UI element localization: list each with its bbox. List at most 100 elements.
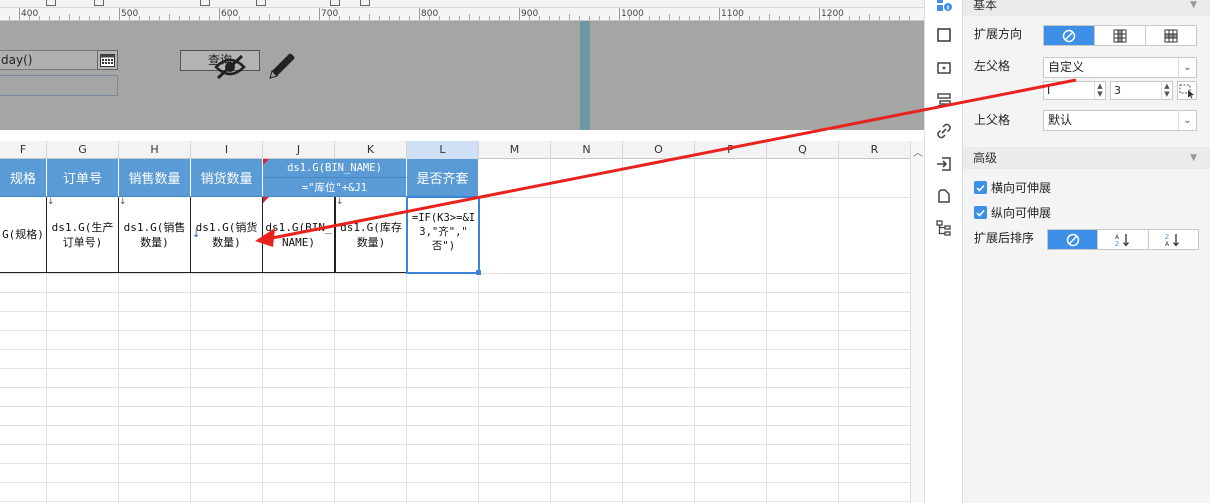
- column-header-i[interactable]: I: [191, 141, 263, 159]
- column-header-f[interactable]: F: [0, 141, 47, 159]
- toolbar-icon[interactable]: [200, 0, 210, 6]
- hyperlink-icon[interactable]: [936, 123, 952, 139]
- column-header-p[interactable]: P: [695, 141, 767, 159]
- ruler-tick: [169, 14, 170, 20]
- ruler-label: 1200: [821, 9, 844, 19]
- column-header-o[interactable]: O: [623, 141, 695, 159]
- panel-separator: [0, 130, 924, 141]
- cell-attribute-icon[interactable]: [936, 0, 952, 12]
- column-header-q[interactable]: Q: [767, 141, 839, 159]
- section-basic[interactable]: 基本 ▼: [963, 0, 1210, 16]
- tree-icon[interactable]: [936, 220, 952, 236]
- ruler-tick: [439, 16, 440, 20]
- cell-i1[interactable]: 销货数量: [191, 159, 263, 197]
- sort-none-option[interactable]: [1048, 230, 1099, 249]
- column-header-l[interactable]: L: [407, 141, 479, 159]
- calendar-button[interactable]: [97, 50, 118, 70]
- expand-direction-toggle[interactable]: [1043, 25, 1197, 46]
- column-header-n[interactable]: N: [551, 141, 623, 159]
- ruler-tick: [229, 16, 230, 20]
- cell-h1[interactable]: 销售数量: [119, 159, 191, 197]
- cell-f1[interactable]: 规格: [0, 159, 47, 197]
- ruler-tick: [79, 16, 80, 20]
- date-input[interactable]: day(): [0, 50, 98, 70]
- vertical-expand-checkbox[interactable]: 纵向可伸展: [974, 204, 1051, 221]
- ruler-tick: [609, 16, 610, 20]
- widget-icon[interactable]: [936, 60, 952, 76]
- ruler-tick: [909, 16, 910, 20]
- cell-i3[interactable]: ds1.G(销货 数量): [191, 197, 263, 273]
- sort-ascending-option[interactable]: AZ: [1098, 230, 1149, 249]
- ruler-tick: [889, 16, 890, 20]
- column-header-g[interactable]: G: [47, 141, 119, 159]
- expand-direction-label: 扩展方向: [974, 27, 1023, 41]
- vertical-scrollbar[interactable]: ︿: [910, 141, 924, 503]
- sort-descending-option[interactable]: ZA: [1149, 230, 1198, 249]
- fill-handle[interactable]: [476, 270, 481, 275]
- ruler-label: 1000: [621, 9, 644, 19]
- ruler-tick: [9, 16, 10, 20]
- toolbar-icon[interactable]: [256, 0, 266, 6]
- filter-icon[interactable]: [936, 188, 952, 204]
- toolbar-icon[interactable]: [46, 0, 56, 6]
- ruler-tick: [359, 16, 360, 20]
- column-header-h[interactable]: H: [119, 141, 191, 159]
- data-entry-icon[interactable]: [936, 156, 952, 172]
- ruler-tick: [369, 14, 370, 20]
- pencil-icon[interactable]: [265, 51, 297, 83]
- column-header-r[interactable]: R: [839, 141, 910, 159]
- grid-hline: [0, 425, 910, 426]
- left-parent-select[interactable]: 自定义 ⌄: [1043, 57, 1197, 78]
- cell-f3[interactable]: G(规格): [0, 197, 47, 273]
- spinner-arrows-icon[interactable]: ▲ ▼: [1161, 82, 1172, 99]
- toolbar-icon[interactable]: [360, 0, 370, 6]
- sort-toggle[interactable]: AZ ZA: [1047, 229, 1199, 250]
- eye-hidden-icon[interactable]: [213, 54, 247, 80]
- ruler-tick: [149, 16, 150, 20]
- cell-l1[interactable]: 是否齐套: [407, 159, 479, 197]
- splitter-bar[interactable]: [580, 21, 590, 130]
- cell-k3[interactable]: ds1.G(库存 数量): [335, 197, 407, 273]
- toolbar-icon[interactable]: [330, 0, 340, 6]
- cell-style-icon[interactable]: [936, 27, 952, 43]
- scroll-up-icon[interactable]: ︿: [913, 144, 923, 159]
- ruler-tick: [459, 16, 460, 20]
- column-header-k[interactable]: K: [335, 141, 407, 159]
- cell-text: ds1.G(BIN_NAME): [287, 162, 382, 174]
- toolbar-icon[interactable]: [94, 0, 104, 6]
- upper-parent-select[interactable]: 默认 ⌄: [1043, 110, 1197, 131]
- cell-j2[interactable]: ="库位"+&J1: [263, 178, 407, 197]
- ruler-tick: [209, 16, 210, 20]
- cell-g1[interactable]: 订单号: [47, 159, 119, 197]
- spreadsheet-grid[interactable]: FGHIJKLMNOPQR 规格 订单号 销售数量 销货数量 ds1.G(BIN…: [0, 141, 910, 503]
- chevron-down-icon: ▼: [1190, 153, 1197, 163]
- ruler-tick: [679, 16, 680, 20]
- column-header-j[interactable]: J: [263, 141, 335, 159]
- ruler-tick: [789, 16, 790, 20]
- cell-j1[interactable]: ds1.G(BIN_NAME): [263, 159, 407, 178]
- checkbox-checked-icon: [974, 206, 987, 219]
- expand-vertical-option[interactable]: [1095, 26, 1146, 45]
- ruler-tick: [469, 14, 470, 20]
- left-parent-row-input[interactable]: 3 ▲ ▼: [1110, 81, 1173, 100]
- ruler-tick: [509, 16, 510, 20]
- left-parent-column-input[interactable]: I ▲ ▼: [1043, 81, 1106, 100]
- expand-none-option[interactable]: [1044, 26, 1095, 45]
- grid-hline: [0, 311, 910, 312]
- cell-h3[interactable]: ds1.G(销售 数量): [119, 197, 191, 273]
- parameter-panel[interactable]: day() 查询: [0, 21, 924, 130]
- cell-picker-button[interactable]: [1177, 81, 1197, 100]
- parameter-field[interactable]: [0, 75, 118, 96]
- ruler-tick: [579, 16, 580, 20]
- column-header-m[interactable]: M: [479, 141, 551, 159]
- horizontal-expand-checkbox[interactable]: 横向可伸展: [974, 179, 1051, 196]
- cell-text: ="库位"+&J1: [301, 181, 368, 194]
- expand-horizontal-option[interactable]: [1146, 26, 1196, 45]
- section-advanced[interactable]: 高级 ▼: [963, 147, 1210, 169]
- cell-j3[interactable]: ds1.G(BIN_ NAME): [263, 197, 335, 273]
- condition-attribute-icon[interactable]: [936, 92, 952, 108]
- grid-hline: [0, 501, 910, 502]
- spinner-arrows-icon[interactable]: ▲ ▼: [1094, 82, 1105, 99]
- cell-g3[interactable]: ds1.G(生产 订单号): [47, 197, 119, 273]
- cell-text: 是否齐套: [416, 172, 469, 187]
